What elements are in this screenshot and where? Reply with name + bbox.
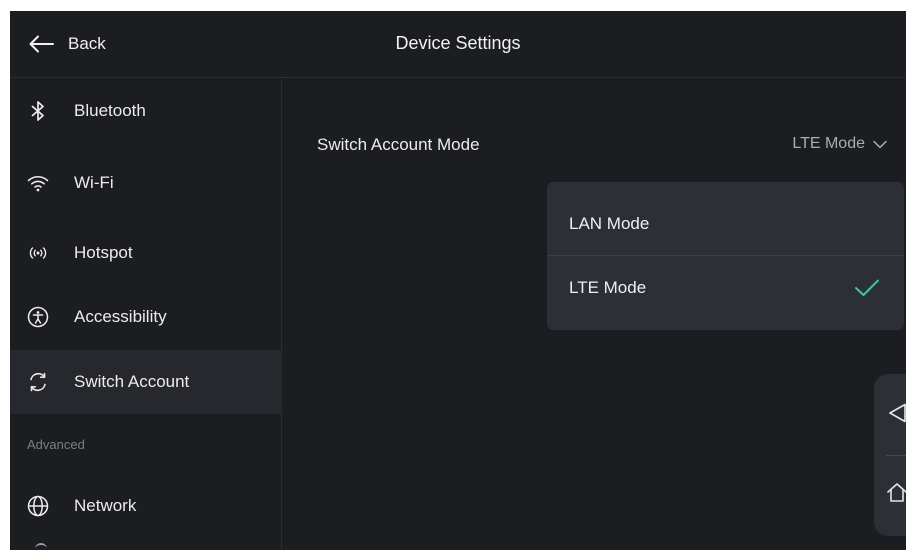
arrow-left-icon <box>29 35 54 53</box>
dropdown-option-lte-mode[interactable]: LTE Mode <box>547 256 904 330</box>
sidebar-item-label: Wi-Fi <box>74 173 114 192</box>
sidebar-item-label: Network <box>74 496 137 515</box>
sidebar-item-hotspot[interactable]: Hotspot <box>10 221 282 285</box>
sidebar-item-label: Accessibility <box>74 307 167 326</box>
checkmark-icon <box>855 279 879 296</box>
bluetooth-icon <box>27 100 49 122</box>
floating-bar-divider <box>886 455 906 456</box>
back-label: Back <box>68 34 106 53</box>
device-settings-screen: Back Device Settings Bluetooth Wi-Fi Hot… <box>10 11 906 550</box>
selected-mode-value: LTE Mode <box>792 135 865 152</box>
page-title: Device Settings <box>395 33 521 53</box>
sidebar-item-label: Bluetooth <box>74 101 146 120</box>
section-label-advanced: Advanced <box>27 437 85 452</box>
mode-dropdown-menu: LAN Mode LTE Mode <box>547 182 904 330</box>
dropdown-option-lan-mode[interactable]: LAN Mode <box>547 182 904 256</box>
sidebar-item-accessibility[interactable]: Accessibility <box>10 285 282 349</box>
globe-icon <box>27 495 49 517</box>
sidebar-item-network[interactable]: Network <box>10 474 282 538</box>
option-label: LAN Mode <box>569 214 650 233</box>
sidebar: Bluetooth Wi-Fi Hotspot Accessibility Sw… <box>10 79 282 550</box>
sidebar-item-label: Hotspot <box>74 243 133 262</box>
hotspot-icon <box>27 242 49 264</box>
wifi-icon <box>27 172 49 194</box>
switch-account-icon <box>27 371 49 393</box>
nav-home-button[interactable] <box>884 479 906 505</box>
triangle-back-icon <box>889 403 906 423</box>
sidebar-item-bluetooth[interactable]: Bluetooth <box>10 79 282 143</box>
home-icon <box>887 483 906 502</box>
floating-nav-bar <box>874 374 906 536</box>
option-label: LTE Mode <box>569 278 647 297</box>
back-button[interactable]: Back <box>28 31 106 57</box>
header-bar: Back Device Settings <box>10 11 906 78</box>
accessibility-icon <box>27 306 49 328</box>
chevron-down-icon <box>873 140 887 148</box>
account-mode-select[interactable]: LTE Mode <box>792 135 887 153</box>
switch-account-mode-label: Switch Account Mode <box>317 135 480 154</box>
sidebar-item-switch-account[interactable]: Switch Account <box>10 350 282 414</box>
nav-back-button[interactable] <box>884 400 906 426</box>
sidebar-item-wifi[interactable]: Wi-Fi <box>10 151 282 215</box>
sidebar-item-label: Switch Account <box>74 372 190 391</box>
partially-visible-icon <box>35 543 47 550</box>
